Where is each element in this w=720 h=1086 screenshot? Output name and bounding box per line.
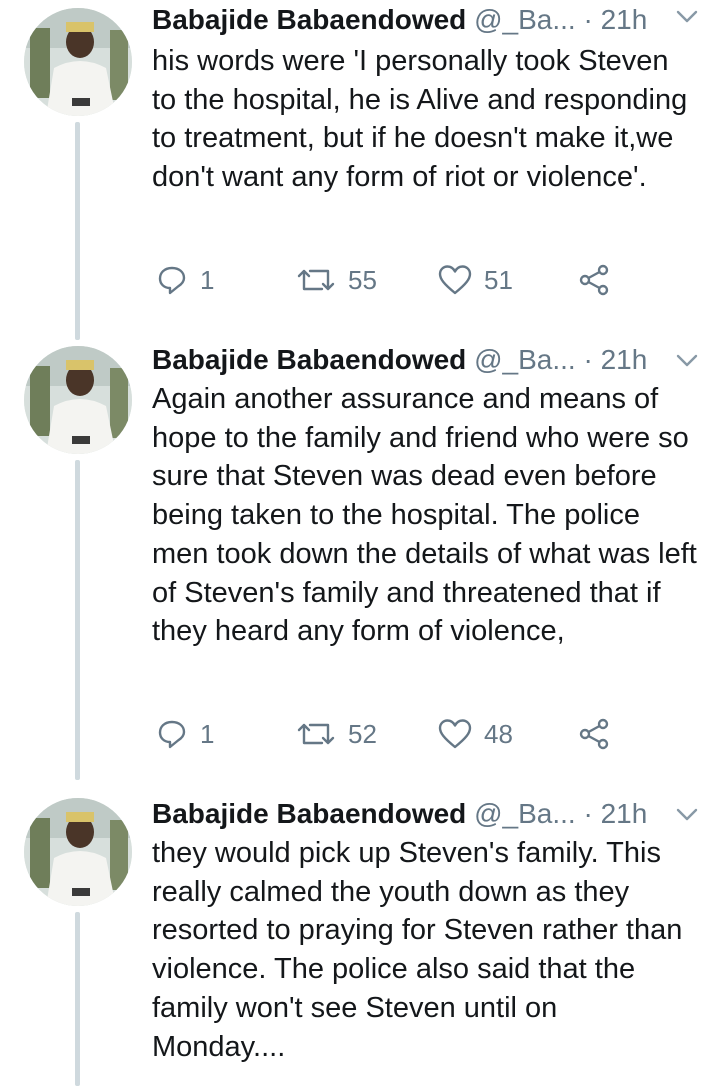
like-count: 48 bbox=[484, 718, 513, 749]
heart-icon bbox=[438, 265, 472, 295]
share-button[interactable] bbox=[578, 714, 610, 754]
retweet-count: 55 bbox=[348, 264, 377, 295]
separator-dot: · bbox=[583, 798, 593, 829]
retweet-icon bbox=[297, 723, 335, 745]
avatar-photo bbox=[24, 346, 132, 454]
retweet-icon bbox=[297, 269, 335, 291]
author-name[interactable]: Babajide Babaendowed bbox=[152, 344, 466, 375]
avatar[interactable] bbox=[24, 798, 132, 906]
avatar-photo bbox=[24, 8, 132, 116]
tweet-header: Babajide Babaendowed @_Ba... · 21h bbox=[152, 340, 647, 380]
author-name[interactable]: Babajide Babaendowed bbox=[152, 4, 466, 35]
tweet-time[interactable]: 21h bbox=[601, 4, 648, 35]
chevron-down-icon[interactable] bbox=[676, 354, 698, 373]
tweet[interactable]: Babajide Babaendowed @_Ba... · 21h Again… bbox=[0, 340, 720, 780]
thread-line bbox=[75, 122, 80, 340]
tweet[interactable]: Babajide Babaendowed @_Ba... · 21h his w… bbox=[0, 0, 720, 340]
heart-icon bbox=[438, 719, 472, 749]
share-icon bbox=[579, 264, 609, 296]
retweet-button[interactable]: 55 bbox=[296, 260, 377, 300]
thread-line bbox=[75, 912, 80, 1086]
tweet-text: his words were 'I personally took Steven… bbox=[152, 45, 688, 194]
retweet-count: 52 bbox=[348, 718, 377, 749]
author-name[interactable]: Babajide Babaendowed bbox=[152, 798, 466, 829]
reply-icon bbox=[158, 720, 186, 749]
share-icon bbox=[579, 718, 609, 750]
tweet-time[interactable]: 21h bbox=[601, 344, 648, 375]
reply-button[interactable]: 1 bbox=[156, 714, 214, 754]
author-handle[interactable]: @_Ba... bbox=[474, 4, 576, 35]
tweet-header: Babajide Babaendowed @_Ba... · 21h bbox=[152, 794, 647, 834]
author-handle[interactable]: @_Ba... bbox=[474, 344, 576, 375]
tweet-actions: 1 52 48 bbox=[156, 714, 626, 754]
tweet-time[interactable]: 21h bbox=[601, 798, 648, 829]
avatar[interactable] bbox=[24, 346, 132, 454]
reply-icon bbox=[158, 266, 186, 295]
reply-count: 1 bbox=[200, 718, 215, 749]
like-button[interactable]: 48 bbox=[438, 714, 513, 754]
tweet-actions: 1 55 51 bbox=[156, 260, 626, 300]
avatar[interactable] bbox=[24, 8, 132, 116]
reply-button[interactable]: 1 bbox=[156, 260, 214, 300]
tweet-header: Babajide Babaendowed @_Ba... · 21h bbox=[152, 0, 647, 40]
like-count: 51 bbox=[484, 264, 513, 295]
tweet-text: Again another assurance and means of hop… bbox=[152, 383, 697, 648]
share-button[interactable] bbox=[578, 260, 610, 300]
chevron-down-icon[interactable] bbox=[676, 10, 698, 29]
separator-dot: · bbox=[583, 344, 593, 375]
like-button[interactable]: 51 bbox=[438, 260, 513, 300]
reply-count: 1 bbox=[200, 264, 215, 295]
author-handle[interactable]: @_Ba... bbox=[474, 798, 576, 829]
retweet-button[interactable]: 52 bbox=[296, 714, 377, 754]
chevron-down-icon[interactable] bbox=[676, 808, 698, 827]
separator-dot: · bbox=[583, 4, 593, 35]
tweet-text: they would pick up Steven's family. This… bbox=[152, 837, 683, 1063]
avatar-photo bbox=[24, 798, 132, 906]
thread-line bbox=[75, 460, 80, 780]
tweet[interactable]: Babajide Babaendowed @_Ba... · 21h they … bbox=[0, 794, 720, 1086]
